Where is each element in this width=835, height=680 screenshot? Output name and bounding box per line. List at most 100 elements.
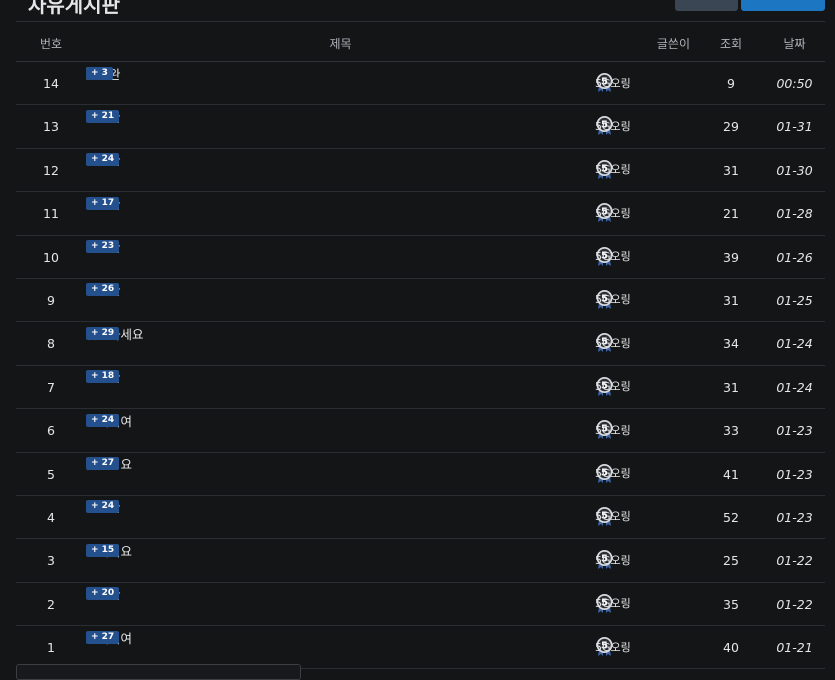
table-row[interactable]: 14오출완N+ 355G오링900:50 (16, 62, 825, 106)
comment-count-badge[interactable]: + 26 (86, 283, 120, 297)
writer-name[interactable]: 5G오링 (595, 118, 631, 134)
post-number: 6 (47, 423, 55, 439)
table-row[interactable]: 8맛점하세요+ 2955G오링3401-24 (16, 322, 825, 366)
writer-cell[interactable]: 5 5G오링 (595, 376, 631, 397)
post-number: 13 (43, 119, 59, 135)
post-number: 7 (47, 379, 55, 395)
table-row[interactable]: 1출대기여+ 2755G오링4001-21 (16, 626, 825, 670)
post-date: 01-31 (776, 119, 813, 135)
view-count: 34 (723, 336, 739, 352)
comment-count-badge[interactable]: + 24 (86, 413, 120, 427)
table-row[interactable]: 5굿모닝요+ 2755G오링4101-23 (16, 453, 825, 496)
writer-name[interactable]: 5G오링 (595, 205, 631, 221)
post-date: 01-28 (776, 206, 813, 222)
comment-count-badge[interactable]: + 21 (86, 109, 120, 123)
writer-cell[interactable]: 5 5G오링 (595, 289, 631, 310)
view-count: 39 (723, 249, 739, 265)
post-date: 01-22 (776, 553, 813, 569)
post-number: 3 (47, 553, 55, 569)
post-number: 14 (43, 76, 59, 91)
post-number: 8 (47, 336, 55, 352)
search-input[interactable] (16, 664, 301, 680)
table-row[interactable]: 13오출완+ 2155G오링2901-31 (16, 105, 825, 149)
writer-cell[interactable]: 5 5G오링 (595, 332, 631, 353)
view-count: 31 (723, 379, 739, 395)
column-number: 번호 (39, 37, 63, 51)
column-title: 제목 (329, 37, 352, 51)
writer-cell[interactable]: 5 5G오링 (595, 506, 631, 527)
post-number: 12 (43, 162, 59, 178)
writer-name[interactable]: 5G오링 (595, 248, 631, 264)
table-row[interactable]: 2오출완+ 2055G오링3501-22 (16, 583, 825, 627)
view-count: 31 (723, 292, 739, 308)
post-date: 01-22 (776, 596, 813, 612)
post-date: 00:50 (776, 76, 813, 91)
table-row[interactable]: 9오출완+ 2655G오링3101-25 (16, 279, 825, 323)
table-row[interactable]: 7오출완+ 1855G오링3101-24 (16, 366, 825, 410)
comment-count-badge[interactable]: + 24 (86, 153, 120, 167)
post-number: 11 (43, 206, 59, 222)
post-number: 5 (47, 466, 55, 482)
writer-cell[interactable]: 5 5G오링 (595, 202, 631, 223)
post-date: 01-26 (776, 249, 813, 265)
view-count: 9 (727, 76, 735, 91)
writer-name[interactable]: 5G오링 (595, 75, 631, 91)
post-table: 번호 제목 글쓴이 조회 날짜 14오출완N+ 355G오링900:5013오출… (16, 22, 825, 670)
writer-name[interactable]: 5G오링 (595, 335, 631, 351)
table-row[interactable]: 10오출완+ 2355G오링3901-26 (16, 236, 825, 279)
writer-name[interactable]: 5G오링 (595, 465, 631, 481)
comment-count-badge[interactable]: + 24 (86, 500, 120, 514)
comment-count-badge[interactable]: + 17 (86, 196, 120, 210)
view-count: 25 (723, 553, 739, 569)
writer-name[interactable]: 5G오링 (595, 422, 631, 438)
table-body: 14오출완N+ 355G오링900:5013오출완+ 2155G오링2901-3… (16, 62, 825, 670)
post-date: 01-23 (776, 509, 813, 525)
table-row[interactable]: 12오출완+ 2455G오링3101-30 (16, 149, 825, 193)
column-date[interactable]: 날짜 (764, 35, 825, 52)
comment-count-badge[interactable]: + 3 (86, 66, 113, 80)
secondary-button[interactable] (675, 0, 738, 11)
writer-name[interactable]: 5G오링 (595, 161, 631, 177)
view-count: 35 (723, 596, 739, 612)
view-count: 33 (723, 423, 739, 439)
view-count: 40 (723, 640, 739, 656)
post-date: 01-25 (776, 292, 813, 308)
writer-cell[interactable]: 5 5G오링 (595, 419, 631, 440)
view-count: 31 (723, 162, 739, 178)
board-title: 자유게시판 (28, 0, 120, 17)
writer-cell[interactable]: 5 5G오링 (595, 72, 631, 93)
primary-button[interactable] (741, 0, 825, 11)
writer-cell[interactable]: 5 5G오링 (595, 246, 631, 267)
writer-name[interactable]: 5G오링 (595, 552, 631, 568)
writer-cell[interactable]: 5 5G오링 (595, 636, 631, 657)
writer-cell[interactable]: 5 5G오링 (595, 463, 631, 484)
table-row[interactable]: 3출대기요+ 1555G오링2501-22 (16, 539, 825, 583)
view-count: 21 (723, 206, 739, 222)
writer-cell[interactable]: 5 5G오링 (595, 549, 631, 570)
writer-name[interactable]: 5G오링 (595, 378, 631, 394)
writer-cell[interactable]: 5 5G오링 (595, 593, 631, 614)
column-views[interactable]: 조회 (706, 35, 756, 52)
post-number: 10 (43, 249, 59, 265)
comment-count-badge[interactable]: + 27 (86, 630, 120, 644)
post-number: 4 (47, 509, 55, 525)
post-number: 1 (47, 640, 55, 656)
comment-count-badge[interactable]: + 27 (86, 457, 120, 471)
comment-count-badge[interactable]: + 20 (86, 587, 120, 601)
writer-name[interactable]: 5G오링 (595, 595, 631, 611)
writer-cell[interactable]: 5 5G오링 (595, 115, 631, 136)
post-number: 9 (47, 292, 55, 308)
table-row[interactable]: 6출대기여+ 2455G오링3301-23 (16, 409, 825, 453)
column-writer: 글쓴이 (656, 37, 690, 51)
writer-cell[interactable]: 5 5G오링 (595, 159, 631, 180)
writer-name[interactable]: 5G오링 (595, 291, 631, 307)
writer-name[interactable]: 5G오링 (595, 639, 631, 655)
table-row[interactable]: 4오출완+ 2455G오링5201-23 (16, 496, 825, 540)
post-date: 01-21 (776, 640, 813, 656)
comment-count-badge[interactable]: + 18 (86, 370, 120, 384)
comment-count-badge[interactable]: + 23 (86, 240, 120, 254)
writer-name[interactable]: 5G오링 (595, 508, 631, 524)
comment-count-badge[interactable]: + 29 (86, 326, 120, 340)
table-row[interactable]: 11오출완+ 1755G오링2101-28 (16, 192, 825, 236)
comment-count-badge[interactable]: + 15 (86, 543, 120, 557)
